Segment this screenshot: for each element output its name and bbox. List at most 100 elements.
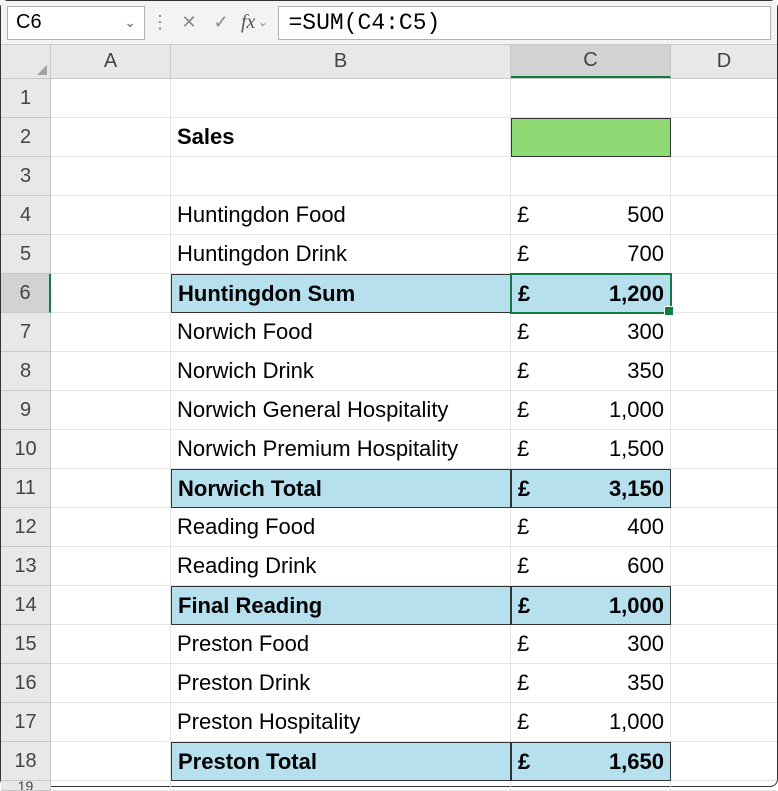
row-header-19[interactable]: 19 — [1, 781, 50, 791]
item-label-cell[interactable]: Norwich Total — [171, 469, 511, 508]
cell[interactable] — [671, 664, 777, 703]
item-label-cell[interactable]: Preston Total — [171, 742, 511, 781]
cell[interactable] — [671, 196, 777, 235]
cell[interactable] — [671, 235, 777, 274]
cell[interactable] — [671, 469, 777, 508]
row-header-6[interactable]: 6 — [1, 274, 51, 313]
item-label-cell[interactable]: Norwich Food — [171, 313, 511, 352]
amount-cell[interactable]: £300 — [511, 313, 671, 352]
amount-cell[interactable]: £300 — [511, 625, 671, 664]
cell[interactable] — [671, 781, 777, 791]
cell[interactable] — [51, 703, 171, 742]
amount-cell[interactable]: £600 — [511, 547, 671, 586]
cell[interactable] — [671, 118, 777, 157]
item-label-cell[interactable]: Huntingdon Drink — [171, 235, 511, 274]
cell[interactable] — [671, 742, 777, 781]
cell[interactable] — [171, 157, 511, 196]
cell[interactable] — [671, 625, 777, 664]
item-label-cell[interactable]: Preston Hospitality — [171, 703, 511, 742]
cell[interactable] — [511, 781, 671, 791]
cell[interactable] — [511, 157, 671, 196]
cell[interactable] — [51, 781, 171, 791]
cell[interactable] — [51, 430, 171, 469]
cell[interactable] — [51, 664, 171, 703]
cell[interactable] — [671, 547, 777, 586]
cell[interactable] — [51, 352, 171, 391]
cell[interactable] — [671, 79, 777, 118]
row-header-15[interactable]: 15 — [1, 625, 50, 664]
cell[interactable] — [171, 781, 511, 791]
row-header-17[interactable]: 17 — [1, 703, 50, 742]
amount-cell[interactable]: £1,000 — [511, 703, 671, 742]
formula-input[interactable]: =SUM(C4:C5) — [278, 6, 772, 40]
row-header-11[interactable]: 11 — [1, 469, 50, 508]
cell[interactable] — [51, 313, 171, 352]
cell[interactable] — [671, 508, 777, 547]
cell[interactable] — [51, 79, 171, 118]
amount-cell[interactable]: £1,650 — [511, 742, 671, 781]
row-header-7[interactable]: 7 — [1, 313, 50, 352]
cell[interactable] — [671, 703, 777, 742]
row-header-9[interactable]: 9 — [1, 391, 50, 430]
item-label-cell[interactable]: Reading Food — [171, 508, 511, 547]
item-label-cell[interactable]: Reading Drink — [171, 547, 511, 586]
row-header-18[interactable]: 18 — [1, 742, 50, 781]
row-header-1[interactable]: 1 — [1, 79, 50, 118]
cell[interactable] — [51, 235, 171, 274]
name-box[interactable]: C6 ⌄ — [7, 6, 145, 40]
accept-formula-button[interactable]: ✓ — [207, 8, 235, 38]
row-header-13[interactable]: 13 — [1, 547, 50, 586]
row-header-5[interactable]: 5 — [1, 235, 50, 274]
amount-cell[interactable]: £700 — [511, 235, 671, 274]
column-header-b[interactable]: B — [171, 45, 511, 78]
amount-cell[interactable]: £350 — [511, 352, 671, 391]
cell[interactable] — [671, 352, 777, 391]
cell[interactable] — [511, 79, 671, 118]
cell[interactable] — [51, 625, 171, 664]
item-label-cell[interactable]: Norwich Premium Hospitality — [171, 430, 511, 469]
row-header-3[interactable]: 3 — [1, 157, 50, 196]
chevron-down-icon[interactable]: ⌄ — [124, 14, 136, 31]
column-header-d[interactable]: D — [671, 45, 777, 78]
amount-cell[interactable]: £350 — [511, 664, 671, 703]
row-header-16[interactable]: 16 — [1, 664, 50, 703]
cell[interactable] — [51, 586, 171, 625]
cancel-formula-button[interactable]: ✕ — [175, 8, 203, 38]
item-label-cell[interactable]: Norwich General Hospitality — [171, 391, 511, 430]
cell[interactable] — [671, 430, 777, 469]
row-header-2[interactable]: 2 — [1, 118, 50, 157]
green-header-cell[interactable] — [511, 118, 671, 157]
item-label-cell[interactable]: Huntingdon Food — [171, 196, 511, 235]
item-label-cell[interactable]: Huntingdon Sum — [171, 274, 511, 313]
amount-cell[interactable]: £1,500 — [511, 430, 671, 469]
amount-cell[interactable]: £1,000 — [511, 586, 671, 625]
cell[interactable] — [51, 469, 171, 508]
row-header-4[interactable]: 4 — [1, 196, 50, 235]
select-all-corner[interactable] — [1, 45, 51, 78]
cell[interactable] — [671, 391, 777, 430]
item-label-cell[interactable]: Final Reading — [171, 586, 511, 625]
cell[interactable] — [51, 391, 171, 430]
cell[interactable] — [51, 742, 171, 781]
amount-cell[interactable]: £500 — [511, 196, 671, 235]
row-header-8[interactable]: 8 — [1, 352, 50, 391]
item-label-cell[interactable]: Preston Drink — [171, 664, 511, 703]
cell[interactable] — [671, 313, 777, 352]
row-header-12[interactable]: 12 — [1, 508, 50, 547]
column-header-a[interactable]: A — [51, 45, 171, 78]
amount-cell[interactable]: £400 — [511, 508, 671, 547]
amount-cell[interactable]: £3,150 — [511, 469, 671, 508]
row-header-14[interactable]: 14 — [1, 586, 50, 625]
item-label-cell[interactable]: Norwich Drink — [171, 352, 511, 391]
cell[interactable] — [671, 586, 777, 625]
column-header-c[interactable]: C — [511, 45, 671, 78]
amount-cell[interactable]: £1,000 — [511, 391, 671, 430]
cell[interactable] — [51, 157, 171, 196]
amount-cell[interactable]: £1,200 — [511, 274, 671, 313]
cell[interactable] — [51, 547, 171, 586]
item-label-cell[interactable]: Preston Food — [171, 625, 511, 664]
cell[interactable] — [51, 196, 171, 235]
sales-header-cell[interactable]: Sales — [171, 118, 511, 157]
cell[interactable] — [671, 274, 777, 313]
insert-function-button[interactable]: fx ⌄ — [239, 11, 270, 34]
